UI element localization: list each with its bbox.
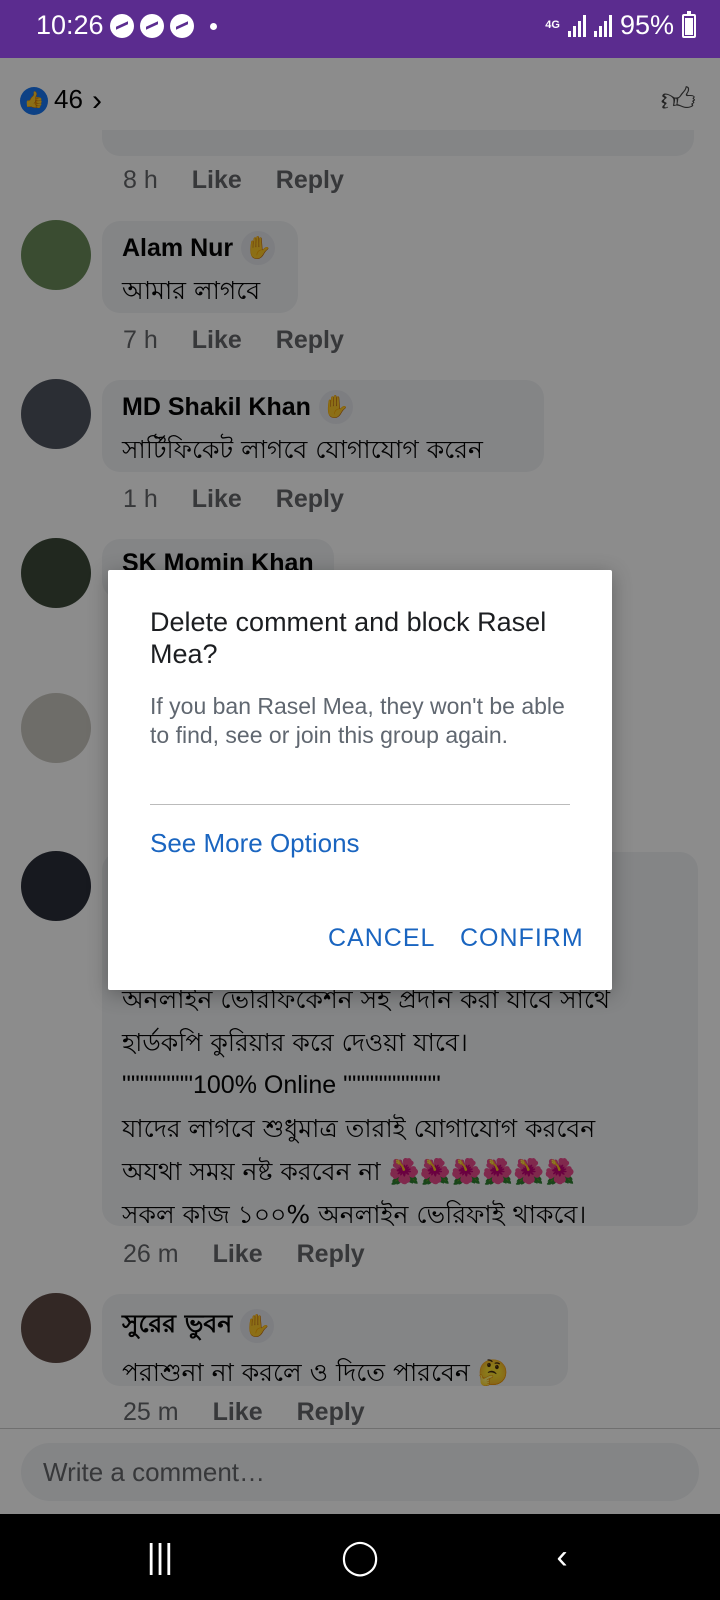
back-icon[interactable]: ‹ <box>502 1514 622 1600</box>
see-more-options-link[interactable]: See More Options <box>150 828 360 859</box>
status-right: 4G 95% <box>545 10 696 41</box>
dialog-divider <box>150 804 570 805</box>
messenger-icon <box>110 14 134 38</box>
confirm-button[interactable]: CONFIRM <box>460 924 584 953</box>
dialog-title: Delete comment and block Rasel Mea? <box>150 607 547 669</box>
recent-apps-icon[interactable]: ||| <box>100 1514 220 1600</box>
network-type: 4G <box>545 19 560 31</box>
status-bar: 10:26 4G 95% <box>0 0 720 58</box>
messenger-icon <box>140 14 164 38</box>
signal-icon <box>567 14 586 37</box>
cancel-button[interactable]: CANCEL <box>328 924 435 953</box>
battery-percent: 95% <box>619 10 674 40</box>
notification-icons <box>110 14 217 38</box>
status-time: 10:26 <box>36 10 104 40</box>
dialog-message: If you ban Rasel Mea, they won't be able… <box>150 693 565 748</box>
more-notifications-dot-icon <box>210 22 217 30</box>
navigation-bar: ||| ◯ ‹ <box>0 1514 720 1600</box>
home-icon[interactable]: ◯ <box>300 1514 420 1600</box>
block-dialog: Delete comment and block Rasel Mea? If y… <box>108 570 612 990</box>
battery-icon <box>682 10 696 38</box>
messenger-icon <box>170 14 194 38</box>
signal-icon <box>593 14 612 37</box>
